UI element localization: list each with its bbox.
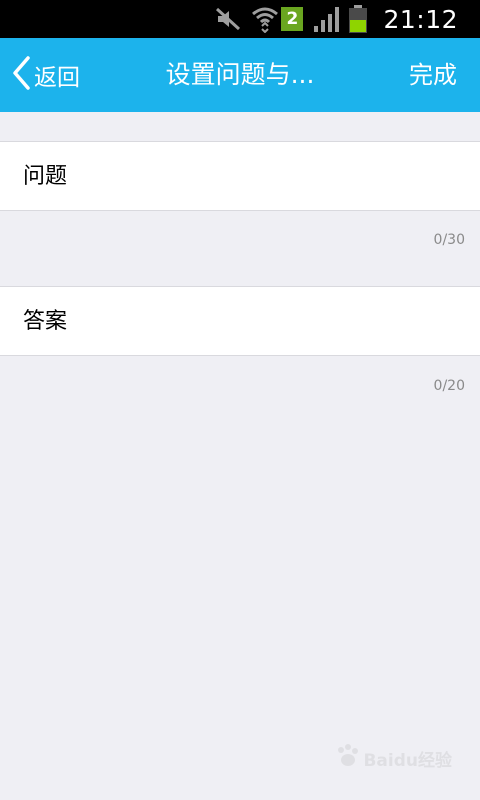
mute-icon — [215, 7, 241, 31]
watermark-text: Baidu经验 — [363, 750, 452, 771]
status-icons: 2 21:12 — [215, 0, 480, 38]
paw-icon — [333, 742, 361, 774]
battery-icon — [349, 5, 368, 33]
done-button[interactable]: 完成 — [409, 38, 457, 112]
sim-2-label: 2 — [286, 9, 299, 29]
back-button[interactable]: 返回 — [10, 38, 80, 112]
question-counter: 0/30 — [433, 232, 465, 248]
sim-2-icon: 2 — [281, 7, 304, 31]
signal-icon — [313, 6, 341, 32]
watermark: Baidu经验 — [333, 742, 452, 774]
status-time: 21:12 — [383, 4, 458, 34]
question-input[interactable] — [0, 142, 480, 210]
wifi-icon — [251, 5, 279, 33]
question-row — [0, 141, 480, 211]
status-bar: 2 21:12 — [0, 0, 480, 38]
answer-row — [0, 286, 480, 356]
chevron-left-icon — [10, 55, 32, 95]
nav-bar: 设置问题与... 返回 完成 — [0, 38, 480, 112]
answer-input[interactable] — [0, 287, 480, 355]
back-label: 返回 — [34, 65, 80, 91]
answer-counter: 0/20 — [433, 378, 465, 394]
